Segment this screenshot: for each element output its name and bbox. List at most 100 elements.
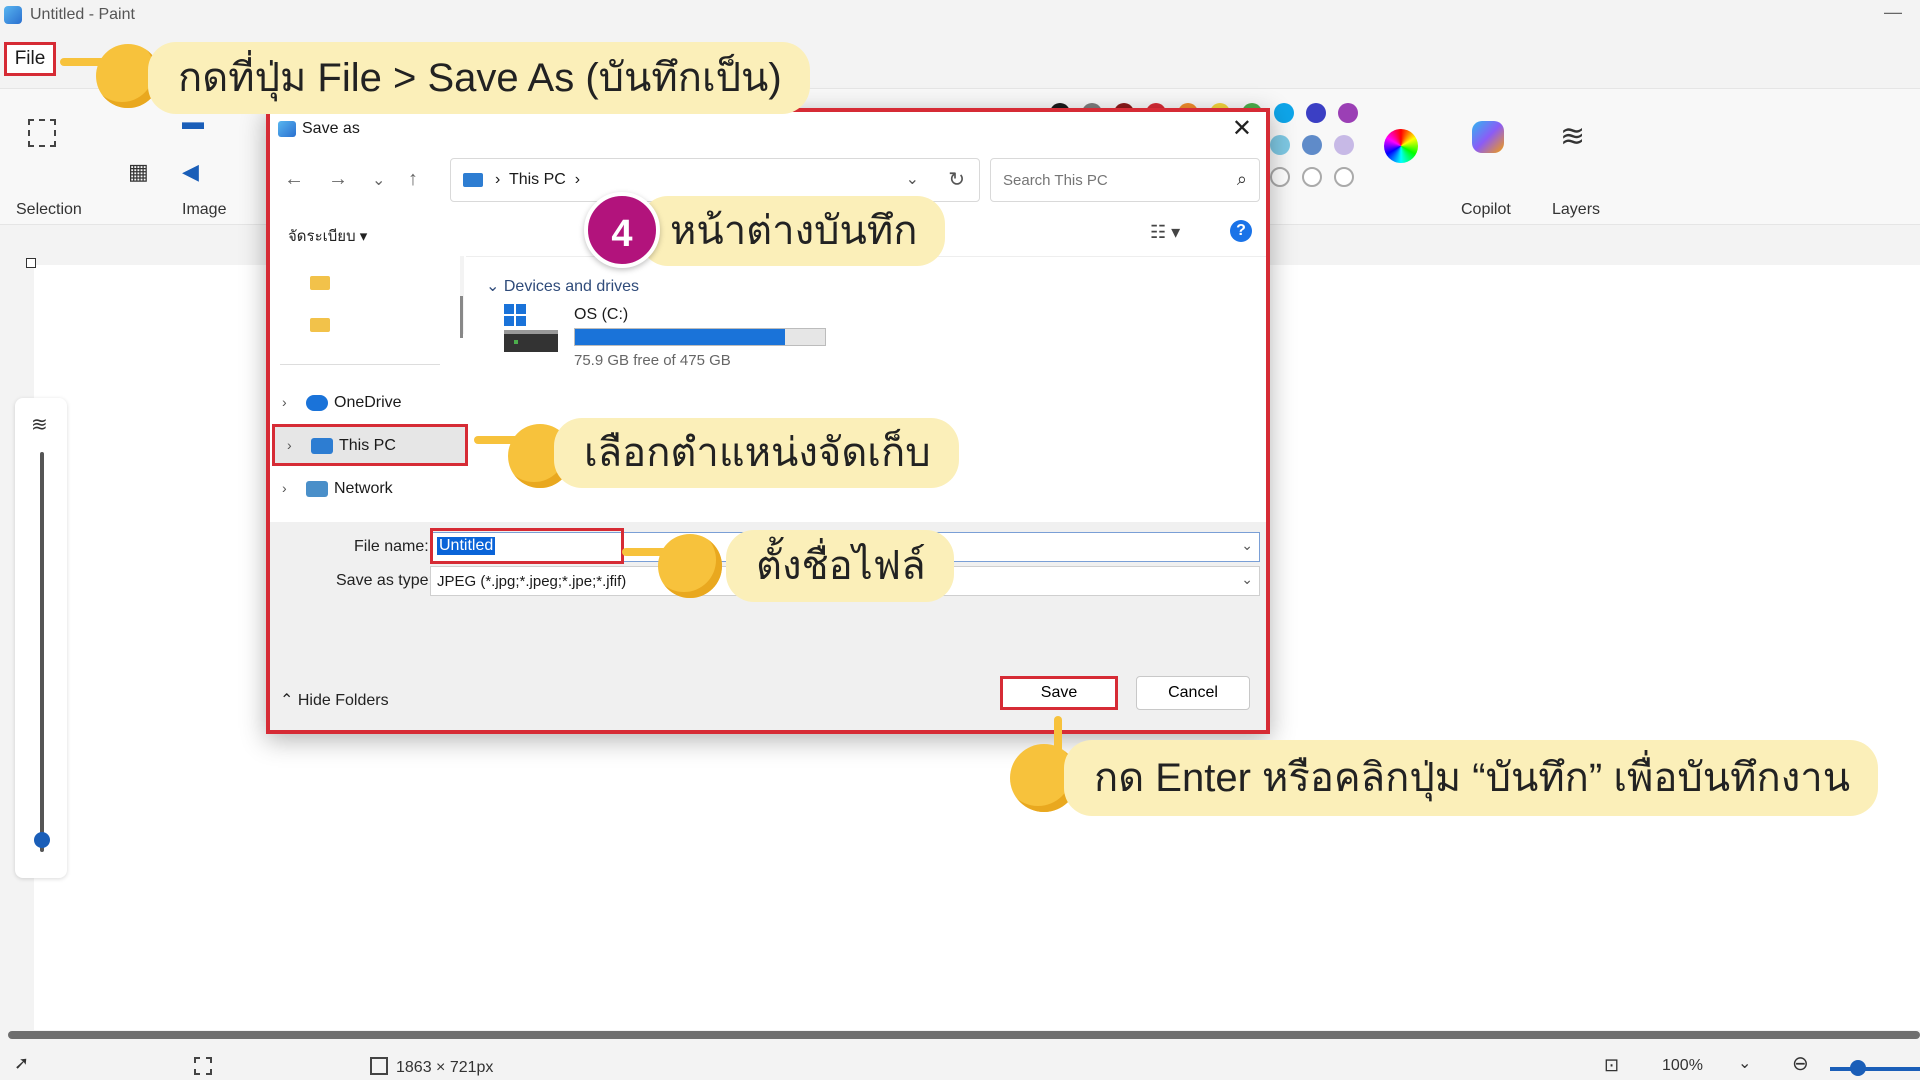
image-transform-icon[interactable]: ▦ bbox=[128, 159, 149, 185]
drive-icon[interactable] bbox=[504, 304, 558, 354]
color-swatch[interactable] bbox=[1334, 135, 1354, 155]
annotation-location: เลือกตำแหน่งจัดเก็บ bbox=[554, 418, 959, 488]
group-label-selection: Selection bbox=[16, 201, 82, 218]
zoom-slider-knob[interactable] bbox=[1850, 1060, 1866, 1076]
custom-color-slot[interactable] bbox=[1334, 167, 1354, 187]
address-separator: › bbox=[495, 171, 501, 188]
layers-icon[interactable]: ≋ bbox=[1560, 119, 1585, 154]
annotation-step-file: กดที่ปุ่ม File > Save As (บันทึกเป็น) bbox=[148, 42, 810, 114]
annotation-save: กด Enter หรือคลิกปุ่ม “บันทึก” เพื่อบันท… bbox=[1064, 740, 1879, 816]
cursor-icon: ➚ bbox=[14, 1053, 30, 1073]
search-input[interactable] bbox=[1001, 171, 1215, 190]
dialog-title: Save as bbox=[302, 120, 360, 137]
canvas-size-icon bbox=[370, 1057, 388, 1075]
sidebar-item-label: OneDrive bbox=[334, 394, 402, 411]
folder-icon[interactable] bbox=[310, 276, 330, 290]
annotation-step-window: หน้าต่างบันทึก bbox=[640, 196, 946, 266]
sidebar-item-this-pc[interactable]: › This PC bbox=[272, 424, 468, 466]
chevron-down-icon[interactable]: ⌄ bbox=[1241, 571, 1253, 588]
search-icon: ⌕ bbox=[1236, 169, 1247, 189]
drive-free-space: 75.9 GB free of 475 GB bbox=[574, 352, 731, 369]
hide-folders-button[interactable]: ⌃ Hide Folders bbox=[280, 690, 389, 710]
edit-colors-icon[interactable] bbox=[1384, 129, 1418, 163]
copilot-icon[interactable] bbox=[1472, 121, 1504, 153]
save-type-label: Save as type: bbox=[336, 572, 433, 589]
custom-color-slot[interactable] bbox=[1302, 167, 1322, 187]
computer-icon bbox=[311, 438, 333, 454]
horizontal-scrollbar-thumb[interactable] bbox=[8, 1031, 1920, 1039]
color-swatch[interactable] bbox=[1338, 103, 1358, 123]
file-name-highlight bbox=[430, 528, 624, 564]
select-tool-icon[interactable] bbox=[28, 119, 56, 147]
brush-size-icon: ≋ bbox=[31, 414, 48, 436]
onedrive-icon bbox=[306, 395, 328, 411]
save-type-value: JPEG (*.jpg;*.jpeg;*.jpe;*.jfif) bbox=[437, 573, 627, 590]
color-swatch[interactable] bbox=[1306, 103, 1326, 123]
title-bar: Untitled - Paint — bbox=[0, 0, 1920, 30]
computer-icon bbox=[463, 173, 483, 187]
back-arrow-icon[interactable]: ← bbox=[284, 168, 304, 191]
drive-usage-bar bbox=[574, 328, 826, 346]
sidebar-item-label: Network bbox=[334, 480, 393, 497]
folder-icon[interactable] bbox=[310, 318, 330, 332]
rotate-icon[interactable]: ◀ bbox=[182, 159, 199, 185]
window-title: Untitled - Paint bbox=[30, 6, 135, 23]
search-box[interactable]: ⌕ bbox=[990, 158, 1260, 202]
zoom-slider[interactable] bbox=[1830, 1067, 1920, 1071]
zoom-out-icon[interactable]: ⊖ bbox=[1792, 1051, 1809, 1076]
address-location[interactable]: This PC bbox=[509, 171, 566, 188]
cancel-button[interactable]: Cancel bbox=[1136, 676, 1250, 710]
color-swatch[interactable] bbox=[1274, 103, 1294, 123]
zoom-select[interactable]: 100% bbox=[1662, 1057, 1703, 1075]
devices-section-header[interactable]: ⌄ Devices and drives bbox=[486, 276, 639, 296]
organize-button[interactable]: จัดระเบียบ ▾ bbox=[288, 224, 367, 248]
save-button[interactable]: Save bbox=[1000, 676, 1118, 710]
color-swatch[interactable] bbox=[1302, 135, 1322, 155]
close-icon[interactable]: ✕ bbox=[1232, 114, 1252, 143]
paint-app-icon bbox=[278, 121, 296, 137]
group-label-image: Image bbox=[182, 201, 227, 218]
view-options-icon[interactable]: ☷ ▾ bbox=[1150, 222, 1180, 243]
sidebar-item-onedrive[interactable]: › OneDrive bbox=[270, 384, 446, 422]
pointing-hand-icon bbox=[658, 534, 722, 598]
navigation-pane: › OneDrive › This PC › Network bbox=[270, 256, 468, 521]
step-number-badge: 4 bbox=[584, 192, 660, 268]
refresh-icon[interactable]: ↻ bbox=[948, 167, 965, 192]
chevron-right-icon[interactable]: › bbox=[287, 437, 292, 453]
chevron-down-icon[interactable]: ⌄ bbox=[906, 169, 919, 189]
canvas-size-text: 1863 × 721px bbox=[396, 1059, 494, 1076]
color-swatch[interactable] bbox=[1270, 135, 1290, 155]
chevron-right-icon[interactable]: › bbox=[282, 394, 287, 410]
forward-arrow-icon[interactable]: → bbox=[328, 168, 348, 191]
up-arrow-icon[interactable]: ↑ bbox=[408, 168, 418, 191]
recent-locations-icon[interactable]: ⌄ bbox=[372, 170, 385, 190]
address-path: › This PC › bbox=[495, 171, 580, 189]
dialog-footer: ⌃ Hide Folders Save Cancel bbox=[270, 652, 1266, 730]
group-label-copilot: Copilot bbox=[1461, 201, 1511, 218]
sidebar-item-label: This PC bbox=[339, 437, 396, 454]
chevron-right-icon[interactable]: › bbox=[282, 480, 287, 496]
selection-size-icon bbox=[194, 1057, 212, 1075]
drive-name[interactable]: OS (C:) bbox=[574, 306, 628, 324]
paint-app-icon bbox=[4, 6, 22, 24]
nav-divider bbox=[280, 364, 440, 365]
fit-to-window-icon[interactable]: ⊡ bbox=[1604, 1055, 1619, 1076]
brush-size-slider-knob[interactable] bbox=[34, 832, 50, 848]
section-label: Devices and drives bbox=[503, 278, 640, 295]
network-icon bbox=[306, 481, 328, 497]
status-bar: ➚ 1863 × 721px ⊡ 100% ⌄ ⊖ bbox=[0, 1045, 1920, 1080]
custom-color-slot[interactable] bbox=[1270, 167, 1290, 187]
drive-usage-fill bbox=[575, 329, 785, 345]
brush-size-slider-track[interactable] bbox=[40, 452, 44, 852]
file-menu[interactable]: File bbox=[4, 42, 56, 76]
zoom-dropdown-icon[interactable]: ⌄ bbox=[1738, 1053, 1751, 1073]
nav-scrollbar-thumb[interactable] bbox=[460, 296, 463, 338]
chevron-down-icon[interactable]: ⌄ bbox=[1241, 537, 1253, 554]
group-label-layers: Layers bbox=[1552, 201, 1601, 218]
minimize-button[interactable]: — bbox=[1884, 2, 1902, 23]
file-name-label: File name: bbox=[354, 538, 429, 555]
help-icon[interactable]: ? bbox=[1230, 220, 1252, 242]
canvas-resize-handle[interactable] bbox=[26, 258, 36, 268]
address-separator: › bbox=[574, 171, 581, 188]
sidebar-item-network[interactable]: › Network bbox=[270, 470, 446, 508]
